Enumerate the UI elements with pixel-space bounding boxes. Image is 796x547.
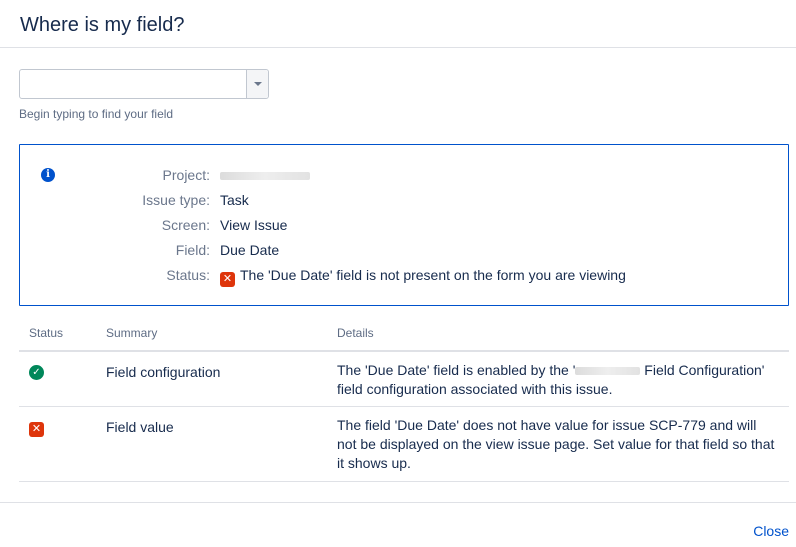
row-status: ✓ <box>29 362 44 380</box>
close-button[interactable]: Close <box>753 523 789 539</box>
dialog-title: Where is my field? <box>20 14 185 36</box>
row-details: The 'Due Date' field is enabled by the '… <box>337 361 777 399</box>
error-cross-icon: ✕ <box>220 272 235 287</box>
row-details: The field 'Due Date' does not have value… <box>337 417 775 471</box>
success-check-icon: ✓ <box>29 365 44 380</box>
column-header-details: Details <box>337 326 374 340</box>
table-header: Status Summary Details <box>19 322 789 352</box>
row-status: ✕ <box>29 417 49 437</box>
info-value: View Issue <box>220 217 288 233</box>
dropdown-toggle-button[interactable] <box>246 70 268 98</box>
redacted-config-name <box>575 367 641 376</box>
info-label: Screen: <box>161 217 210 233</box>
table-row: ✓ Field configuration The 'Due Date' fie… <box>19 352 789 407</box>
info-label: Project: <box>162 167 210 183</box>
row-details-text: The 'Due Date' field is enabled by the ' <box>337 362 576 378</box>
status-message: The 'Due Date' field is not present on t… <box>240 267 626 283</box>
info-label: Field: <box>175 242 210 258</box>
row-summary: Field configuration <box>106 364 221 380</box>
row-summary: Field value <box>106 419 174 435</box>
info-status-value: ✕ The 'Due Date' field is not present on … <box>220 265 626 287</box>
error-cross-icon: ✕ <box>29 422 44 437</box>
dialog-footer: Close <box>0 502 796 547</box>
info-value: Due Date <box>220 242 280 258</box>
table-row: ✕ Field value The field 'Due Date' does … <box>19 407 789 482</box>
results-table: Status Summary Details ✓ Field configura… <box>19 322 789 482</box>
column-header-status: Status <box>29 326 64 340</box>
info-label: Issue type: <box>142 192 210 208</box>
column-header-summary: Summary <box>106 326 158 340</box>
field-search-input[interactable] <box>20 70 246 98</box>
field-info-panel: i Project: Issue type: Task Screen: View… <box>19 144 789 306</box>
caret-down-icon <box>253 82 262 86</box>
dialog-header: Where is my field? <box>0 0 796 48</box>
info-value: Task <box>220 192 249 208</box>
redacted-project-name <box>220 172 310 181</box>
picker-hint: Begin typing to find your field <box>19 107 174 121</box>
info-label: Status: <box>166 267 210 283</box>
info-value-project <box>220 165 310 185</box>
field-picker[interactable] <box>19 69 269 99</box>
